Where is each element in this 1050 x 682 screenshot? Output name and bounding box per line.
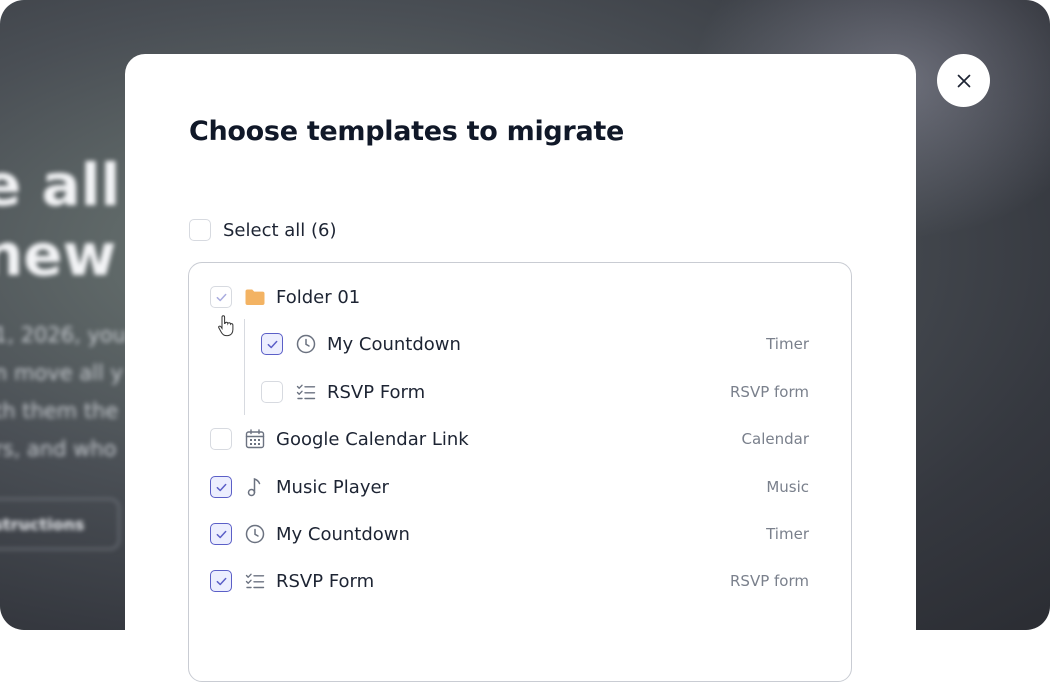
checklist-icon [295, 381, 317, 403]
check-icon [216, 530, 226, 538]
item-name: My Countdown [327, 333, 461, 355]
folder-icon [244, 286, 266, 308]
check-icon [216, 483, 226, 491]
music-note-icon [244, 476, 266, 498]
item-name: RSVP Form [276, 570, 375, 592]
calendar-icon [244, 428, 266, 450]
select-all-label: Select all (6) [223, 219, 337, 241]
item-checkbox[interactable] [210, 476, 232, 498]
item-name: Google Calendar Link [276, 428, 469, 450]
item-checkbox[interactable] [261, 381, 283, 403]
check-icon [216, 293, 226, 301]
list-item-google-calendar-link[interactable]: Google Calendar Link Calendar [189, 419, 851, 459]
background-paragraph: 1, 2026, you n move all y th them the rs… [0, 316, 126, 468]
list-item-rsvp-form[interactable]: RSVP Form RSVP form [189, 561, 851, 601]
close-icon [957, 74, 970, 87]
clock-icon [244, 523, 266, 545]
background-button-label: nstructions [0, 514, 85, 534]
background-instructions-button: nstructions [0, 498, 120, 550]
background-heading-line: e all [0, 151, 121, 219]
background-content: e all new 1, 2026, you n move all y th t… [0, 150, 126, 550]
item-type: RSVP form [730, 572, 809, 590]
close-button[interactable] [937, 54, 990, 107]
list-item-rsvp-form[interactable]: RSVP Form RSVP form [189, 372, 851, 412]
folder-checkbox[interactable] [210, 286, 232, 308]
migrate-templates-dialog: Choose templates to migrate Select all (… [125, 54, 916, 682]
background-text-line: rs, and who [0, 437, 117, 461]
item-type: Timer [766, 335, 809, 353]
clock-icon [295, 333, 317, 355]
select-all-row[interactable]: Select all (6) [189, 219, 337, 241]
check-icon [216, 577, 226, 585]
select-all-checkbox[interactable] [189, 219, 211, 241]
background-heading: e all new [0, 150, 126, 290]
list-item-my-countdown[interactable]: My Countdown Timer [189, 514, 851, 554]
list-item-music-player[interactable]: Music Player Music [189, 467, 851, 507]
item-checkbox[interactable] [210, 428, 232, 450]
item-type: RSVP form [730, 383, 809, 401]
item-name: Folder 01 [276, 286, 361, 308]
item-checkbox[interactable] [261, 333, 283, 355]
item-checkbox[interactable] [210, 523, 232, 545]
item-type: Calendar [741, 430, 809, 448]
item-type: Timer [766, 525, 809, 543]
background-heading-line: new [0, 221, 117, 289]
item-name: My Countdown [276, 523, 410, 545]
check-icon [267, 340, 277, 348]
background-text-line: n move all y [0, 361, 123, 385]
item-name: RSVP Form [327, 381, 426, 403]
dialog-title: Choose templates to migrate [189, 116, 624, 147]
item-type: Music [766, 478, 809, 496]
checklist-icon [244, 570, 266, 592]
background-text-line: 1, 2026, you [0, 323, 127, 347]
item-checkbox[interactable] [210, 570, 232, 592]
background-text-line: th them the [0, 399, 119, 423]
item-name: Music Player [276, 476, 389, 498]
template-list: Folder 01 My Countdown Timer RSVP Form R… [188, 262, 852, 682]
list-item-folder-01[interactable]: Folder 01 [189, 277, 851, 317]
list-item-my-countdown[interactable]: My Countdown Timer [189, 324, 851, 364]
